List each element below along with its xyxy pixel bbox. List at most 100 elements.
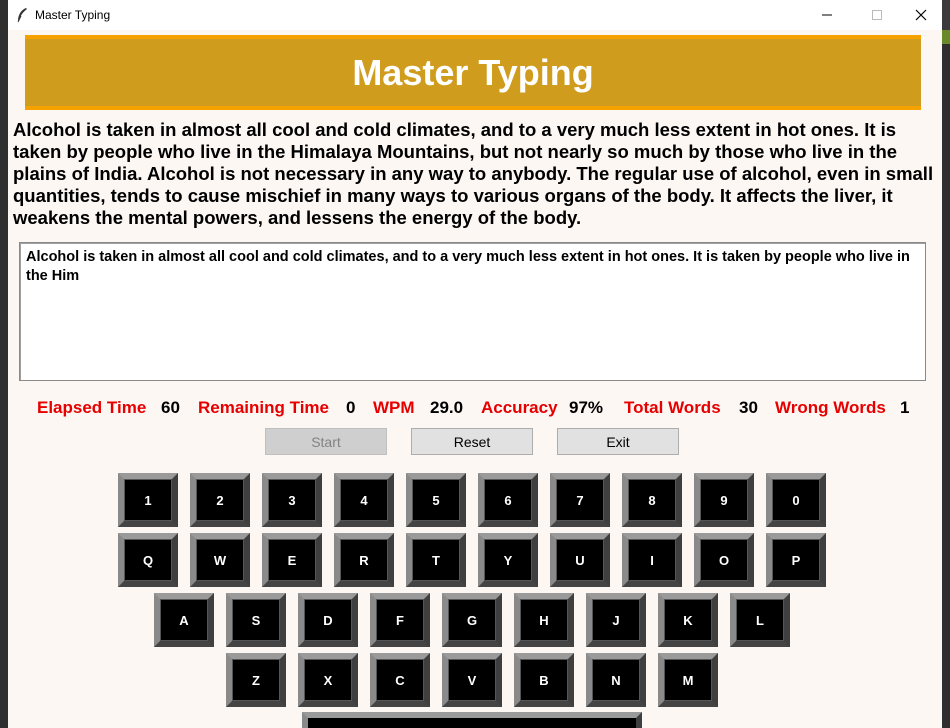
key-label: L [736, 599, 784, 641]
reference-passage: Alcohol is taken in almost all cool and … [13, 119, 934, 228]
key-label: D [304, 599, 352, 641]
key-u[interactable]: U [550, 533, 610, 587]
key-label: Q [124, 539, 172, 581]
key-3[interactable]: 3 [262, 473, 322, 527]
key-label: 3 [268, 479, 316, 521]
typing-input[interactable]: Alcohol is taken in almost all cool and … [19, 242, 926, 381]
start-button[interactable]: Start [265, 428, 387, 455]
key-label: A [160, 599, 208, 641]
key-g[interactable]: G [442, 593, 502, 647]
window-title: Master Typing [35, 8, 111, 22]
minimize-icon [822, 14, 832, 16]
key-a[interactable]: A [154, 593, 214, 647]
key-d[interactable]: D [298, 593, 358, 647]
key-label: E [268, 539, 316, 581]
key-6[interactable]: 6 [478, 473, 538, 527]
key-b[interactable]: B [514, 653, 574, 707]
app-window: Master Typing Master Typing Alcohol is t… [8, 0, 942, 728]
key-y[interactable]: Y [478, 533, 538, 587]
background-app-right [942, 30, 950, 728]
key-label: 8 [628, 479, 676, 521]
feather-icon [15, 7, 29, 23]
background-app [0, 0, 8, 728]
header-banner: Master Typing [25, 35, 921, 110]
key-8[interactable]: 8 [622, 473, 682, 527]
key-label: X [304, 659, 352, 701]
key-7[interactable]: 7 [550, 473, 610, 527]
space-key[interactable] [302, 712, 642, 728]
stats-bar: Elapsed Time 60 Remaining Time 0 WPM 29.… [8, 398, 942, 420]
key-label: H [520, 599, 568, 641]
key-label: 7 [556, 479, 604, 521]
key-c[interactable]: C [370, 653, 430, 707]
elapsed-time-value: 60 [161, 398, 180, 417]
exit-button[interactable]: Exit [557, 428, 679, 455]
key-f[interactable]: F [370, 593, 430, 647]
key-label: 5 [412, 479, 460, 521]
key-x[interactable]: X [298, 653, 358, 707]
key-t[interactable]: T [406, 533, 466, 587]
key-label: 9 [700, 479, 748, 521]
key-label: 0 [772, 479, 820, 521]
key-label: M [664, 659, 712, 701]
wrong-words-value: 1 [900, 398, 910, 417]
key-v[interactable]: V [442, 653, 502, 707]
key-p[interactable]: P [766, 533, 826, 587]
key-z[interactable]: Z [226, 653, 286, 707]
key-label: G [448, 599, 496, 641]
key-4[interactable]: 4 [334, 473, 394, 527]
key-0[interactable]: 0 [766, 473, 826, 527]
title-bar[interactable]: Master Typing [8, 0, 942, 30]
key-h[interactable]: H [514, 593, 574, 647]
key-label: Z [232, 659, 280, 701]
wpm-value: 29.0 [430, 398, 464, 417]
key-label: O [700, 539, 748, 581]
key-label: I [628, 539, 676, 581]
accuracy-value: 97% [569, 398, 604, 417]
total-words-label: Total Words [624, 398, 721, 417]
key-label: 6 [484, 479, 532, 521]
key-label: U [556, 539, 604, 581]
key-label: P [772, 539, 820, 581]
total-words-value: 30 [739, 398, 758, 417]
minimize-button[interactable] [804, 0, 850, 30]
key-i[interactable]: I [622, 533, 682, 587]
key-n[interactable]: N [586, 653, 646, 707]
key-label: K [664, 599, 712, 641]
key-2[interactable]: 2 [190, 473, 250, 527]
wrong-words-label: Wrong Words [775, 398, 886, 417]
wpm-label: WPM [373, 398, 415, 417]
key-label: W [196, 539, 244, 581]
key-label: C [376, 659, 424, 701]
key-label: 1 [124, 479, 172, 521]
remaining-time-label: Remaining Time [198, 398, 329, 417]
key-label: B [520, 659, 568, 701]
key-r[interactable]: R [334, 533, 394, 587]
key-e[interactable]: E [262, 533, 322, 587]
key-1[interactable]: 1 [118, 473, 178, 527]
close-button[interactable] [898, 0, 942, 30]
key-m[interactable]: M [658, 653, 718, 707]
key-9[interactable]: 9 [694, 473, 754, 527]
key-label: J [592, 599, 640, 641]
maximize-icon [872, 10, 882, 20]
reset-button[interactable]: Reset [411, 428, 533, 455]
elapsed-time-label: Elapsed Time [37, 398, 147, 417]
key-o[interactable]: O [694, 533, 754, 587]
key-l[interactable]: L [730, 593, 790, 647]
key-k[interactable]: K [658, 593, 718, 647]
key-label: 2 [196, 479, 244, 521]
key-label: F [376, 599, 424, 641]
key-w[interactable]: W [190, 533, 250, 587]
key-j[interactable]: J [586, 593, 646, 647]
key-label: T [412, 539, 460, 581]
background-accent [942, 30, 950, 44]
app-heading: Master Typing [352, 51, 594, 93]
key-label: S [232, 599, 280, 641]
key-q[interactable]: Q [118, 533, 178, 587]
maximize-button[interactable] [854, 0, 900, 30]
key-s[interactable]: S [226, 593, 286, 647]
key-label: N [592, 659, 640, 701]
key-5[interactable]: 5 [406, 473, 466, 527]
key-label: Y [484, 539, 532, 581]
